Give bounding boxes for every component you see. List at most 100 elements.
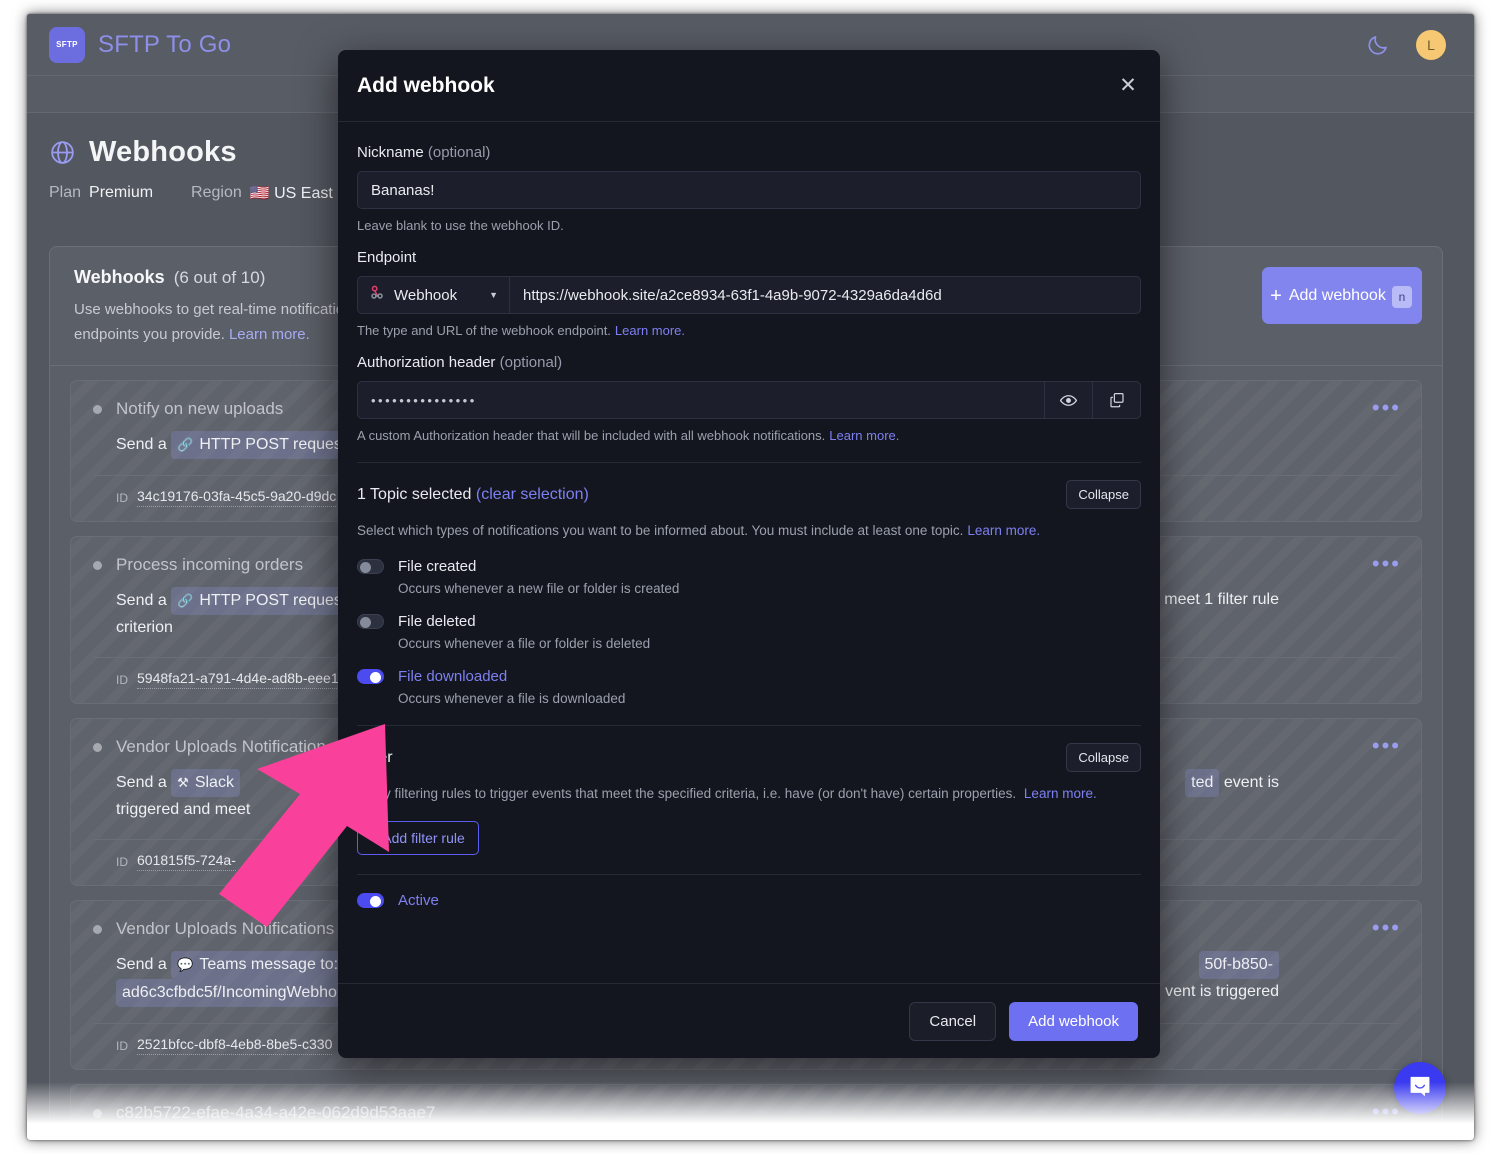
endpoint-url-input[interactable]: [510, 277, 1140, 313]
webhook-name: Process incoming orders: [116, 555, 303, 575]
add-webhook-modal: Add webhook ✕ Nickname (optional) Leave …: [338, 50, 1160, 1058]
id-label: ID: [116, 1039, 128, 1053]
chat-bubble-icon: [1407, 1073, 1433, 1104]
authorization-input[interactable]: •••••••••••••••: [358, 382, 1044, 418]
submit-add-webhook-button[interactable]: Add webhook: [1009, 1002, 1138, 1041]
filter-header: Filter Collapse: [357, 743, 1141, 772]
app-window: SFTP SFTP To Go L: [27, 14, 1474, 1140]
nickname-input[interactable]: [357, 171, 1141, 209]
topbar-actions: L: [1366, 30, 1446, 60]
page-title: Webhooks: [89, 136, 237, 169]
screenshot-viewport: SFTP SFTP To Go L: [0, 0, 1501, 1154]
webhook-icon: [369, 284, 386, 306]
topic-label: File downloaded: [398, 668, 507, 685]
row-menu-icon[interactable]: •••: [1372, 741, 1401, 751]
topic-toggle[interactable]: [357, 559, 384, 574]
page-meta: Plan Premium Region 🇺🇸 US East (: [49, 183, 343, 203]
topic-sublabel: Occurs whenever a new file or folder is …: [398, 581, 1141, 596]
id-value[interactable]: 601815f5-724a-: [137, 852, 236, 871]
modal-title: Add webhook: [357, 74, 495, 98]
authorization-label-text: Authorization header: [357, 354, 495, 371]
topic-label: File deleted: [398, 613, 476, 630]
webhook-icon: 🔗: [177, 588, 193, 614]
webhook-type-chip: 🔗 HTTP POST reques: [171, 587, 348, 615]
topics-collapse-button[interactable]: Collapse: [1066, 480, 1141, 509]
desc-prefix: Send a: [116, 774, 167, 791]
desc-suffix: triggered and meet: [116, 801, 250, 818]
moon-icon[interactable]: [1366, 33, 1390, 57]
filter-collapse-button[interactable]: Collapse: [1066, 743, 1141, 772]
page-header: Webhooks Plan Premium Region 🇺🇸 US East …: [49, 136, 343, 203]
status-dot: [93, 925, 102, 934]
row-menu-icon[interactable]: •••: [1372, 403, 1401, 413]
webhook-icon: 🔗: [177, 432, 193, 458]
active-toggle[interactable]: [357, 893, 384, 908]
add-filter-rule-button[interactable]: + Add filter rule: [357, 821, 479, 855]
topics-title-text: 1 Topic selected: [357, 486, 471, 503]
desc-right: ted event is: [1185, 769, 1279, 797]
meta-value-plan: Premium: [89, 184, 153, 202]
add-webhook-button-label: Add webhook: [1289, 285, 1386, 307]
intercom-launcher[interactable]: [1394, 1062, 1446, 1114]
authorization-label: Authorization header (optional): [357, 354, 1141, 371]
desc-prefix: Send a: [116, 592, 167, 609]
card-description-line2: endpoints you provide.: [74, 326, 225, 343]
endpoint-label: Endpoint: [357, 249, 1141, 266]
brand[interactable]: SFTP SFTP To Go: [49, 27, 231, 63]
webhook-type-chip: 💬 Teams message to:: [171, 951, 344, 979]
nickname-label: Nickname (optional): [357, 144, 1141, 161]
close-icon[interactable]: ✕: [1115, 73, 1141, 99]
authorization-hint: A custom Authorization header that will …: [357, 428, 1141, 443]
cancel-button[interactable]: Cancel: [909, 1002, 996, 1041]
status-dot: [93, 561, 102, 570]
topic-toggle[interactable]: [357, 669, 384, 684]
endpoint-type-label: Webhook: [394, 287, 457, 304]
topic-toggle[interactable]: [357, 614, 384, 629]
id-label: ID: [116, 673, 128, 687]
row-menu-icon[interactable]: •••: [1372, 923, 1401, 933]
meta-key-region: Region: [191, 184, 242, 202]
add-webhook-button[interactable]: + Add webhook n: [1262, 267, 1422, 324]
filter-learn-more-link[interactable]: Learn more.: [1024, 786, 1097, 801]
nickname-label-text: Nickname: [357, 144, 424, 161]
webhook-name: Notify on new uploads: [116, 399, 283, 419]
brand-name: SFTP To Go: [98, 31, 231, 59]
id-label: ID: [116, 491, 128, 505]
authorization-learn-more-link[interactable]: Learn more.: [829, 428, 899, 443]
card-learn-more-link[interactable]: Learn more.: [229, 326, 310, 343]
chip-label: HTTP POST reques: [199, 432, 342, 458]
topics-section: 1 Topic selected (clear selection) Colla…: [357, 480, 1141, 706]
endpoint-row: Webhook ▼: [357, 276, 1141, 314]
webhook-name: c82b5722-efae-4a34-a42e-062d9d53aae7: [116, 1103, 436, 1123]
authorization-row: •••••••••••••••: [357, 381, 1141, 419]
eye-icon[interactable]: [1044, 382, 1092, 418]
copy-icon[interactable]: [1092, 382, 1140, 418]
id-value[interactable]: 2521bfcc-dbf8-4eb8-8be5-c330: [137, 1036, 332, 1055]
divider: [357, 725, 1141, 726]
desc-right: meet 1 filter rule: [1164, 587, 1279, 613]
row-menu-icon[interactable]: •••: [1372, 1107, 1401, 1117]
row-menu-icon[interactable]: •••: [1372, 559, 1401, 569]
plus-icon: +: [1270, 285, 1282, 307]
endpoint-learn-more-link[interactable]: Learn more.: [615, 323, 685, 338]
meta-value-region: 🇺🇸 US East (: [250, 183, 343, 203]
endpoint-type-select[interactable]: Webhook ▼: [358, 277, 510, 313]
avatar[interactable]: L: [1416, 30, 1446, 60]
desc-prefix: Send a: [116, 436, 167, 453]
chip-label: Slack: [195, 770, 234, 796]
authorization-optional: (optional): [500, 354, 563, 371]
endpoint-hint-text: The type and URL of the webhook endpoint…: [357, 323, 611, 338]
list-item[interactable]: c82b5722-efae-4a34-a42e-062d9d53aae7 •••: [70, 1084, 1422, 1140]
clear-selection-link[interactable]: (clear selection): [476, 486, 589, 503]
desc-prefix: Send a: [116, 956, 167, 973]
active-label: Active: [398, 892, 439, 909]
endpoint-hint: The type and URL of the webhook endpoint…: [357, 323, 1141, 338]
card-title: Webhooks: [74, 267, 165, 288]
filter-section: Filter Collapse Apply filtering rules to…: [357, 743, 1141, 855]
endpoint-field-group: Endpoint: [357, 249, 1141, 338]
id-value[interactable]: 5948fa21-a791-4d4e-ad8b-eee1: [137, 670, 339, 689]
id-value[interactable]: 34c19176-03fa-45c5-9a20-d9dc: [137, 488, 336, 507]
card-description-line1: Use webhooks to get real-time notificati…: [74, 301, 360, 318]
topics-learn-more-link[interactable]: Learn more.: [967, 523, 1040, 538]
webhook-description: [116, 1135, 1399, 1140]
